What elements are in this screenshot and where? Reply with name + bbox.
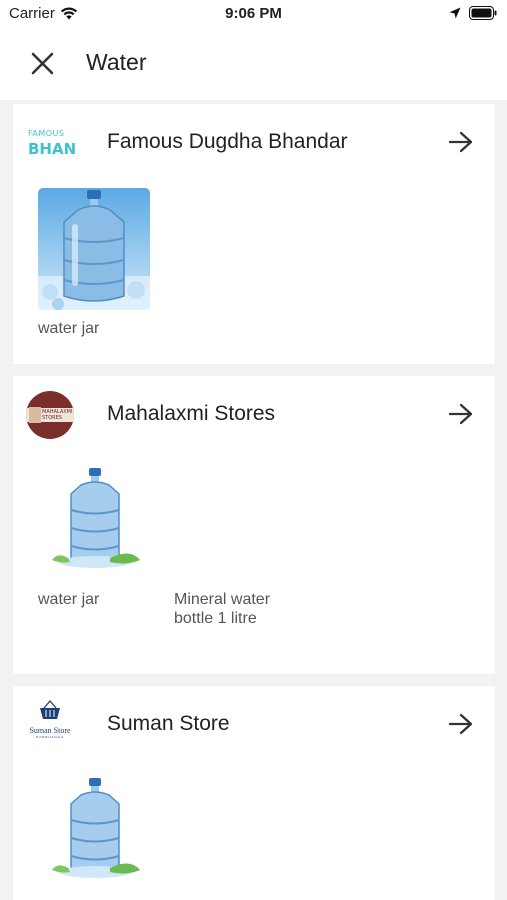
arrow-right-icon — [448, 131, 473, 153]
location-arrow-icon — [449, 7, 461, 19]
search-header: Water — [0, 30, 507, 100]
product-item[interactable]: Mineral water bottle 1 litre — [174, 462, 294, 628]
product-image — [38, 772, 150, 894]
open-store-button[interactable] — [447, 712, 475, 736]
status-indicators — [449, 6, 497, 20]
page-title: Water — [86, 49, 147, 75]
shopping-basket-icon — [40, 700, 60, 719]
battery-icon — [469, 6, 497, 20]
product-image — [174, 462, 286, 584]
store-card-mahalaxmi-stores[interactable]: MAHALAXMI STORES Mahalaxmi Stores water … — [13, 376, 495, 674]
store-name: Mahalaxmi Stores — [107, 402, 276, 425]
store-logo: MAHALAXMI STORES — [25, 390, 75, 440]
product-image — [38, 462, 150, 584]
store-logo: Suman Store DARBHANGA — [25, 700, 75, 750]
store-card-famous-dugdha-bhandar[interactable]: FAMOUS BHAN Famous Dugdha Bhandar water — [13, 104, 495, 364]
logo-text-line1: FAMOUS — [28, 129, 65, 138]
logo-text-line2: BHAN — [28, 140, 75, 158]
logo-text-line2: STORES — [42, 415, 62, 421]
status-bar: Carrier 9:06 PM — [0, 0, 507, 30]
logo-text-line1: Suman Store — [29, 726, 71, 735]
arrow-right-icon — [448, 403, 473, 425]
water-jar-icon — [52, 778, 140, 878]
product-image — [38, 188, 150, 310]
logo-text-line2: DARBHANGA — [35, 735, 64, 739]
store-name: Suman Store — [107, 712, 230, 735]
water-jar-icon — [52, 468, 140, 568]
open-store-button[interactable] — [447, 402, 475, 426]
store-logo: FAMOUS BHAN — [25, 118, 75, 168]
product-name: water jar — [38, 591, 100, 608]
arrow-right-icon — [448, 713, 473, 735]
product-item[interactable]: water jar — [38, 188, 158, 338]
store-name: Famous Dugdha Bhandar — [107, 130, 348, 153]
product-name: Mineral water bottle 1 litre — [174, 591, 271, 627]
product-item[interactable]: water jar — [38, 462, 158, 609]
close-button[interactable] — [28, 49, 58, 79]
open-store-button[interactable] — [447, 130, 475, 154]
status-time: 9:06 PM — [225, 5, 282, 22]
store-card-suman-store[interactable]: Suman Store DARBHANGA Suman Store — [13, 686, 495, 900]
close-icon — [31, 52, 54, 75]
product-item[interactable] — [38, 772, 158, 894]
product-name: water jar — [38, 320, 100, 337]
water-jar-icon — [38, 190, 150, 310]
